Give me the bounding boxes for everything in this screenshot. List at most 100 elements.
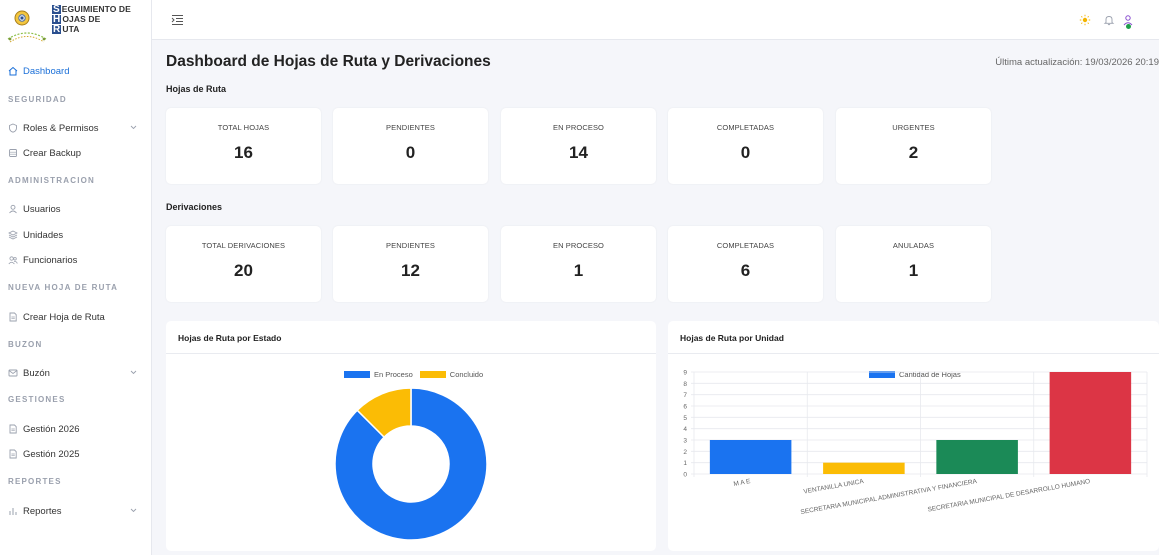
user-icon [8,204,18,214]
stat-label: EN PROCESO [552,241,604,250]
stat-label: PENDIENTES [386,123,435,132]
mail-icon [8,368,18,378]
bar-chart: 0123456789M A E VENTANILLA UNICASECRETARI… [683,370,1148,516]
sidebar-item-funcionarios[interactable]: Funcionarios [0,251,152,269]
chevron-down-icon[interactable] [129,506,138,515]
y-tick-label: 9 [683,370,687,377]
topbar [152,0,1159,40]
stat-card-completadas: COMPLETADAS 6 [668,226,823,302]
bell-icon[interactable] [1103,13,1115,26]
stat-value: 2 [908,143,919,162]
x-tick-label: M A E [733,478,752,488]
sidebar-item-label: Unidades [23,229,64,241]
sidebar-section-nueva-hoja: NUEVA HOJA DE RUTA [8,283,119,292]
y-tick-label: 0 [683,472,687,479]
y-tick-label: 8 [683,381,687,388]
brand-initial-h: H [52,14,62,25]
database-icon [8,148,18,158]
stat-card-en-proceso: EN PROCESO 14 [501,108,656,184]
y-tick-label: 2 [683,449,687,456]
users-icon [8,255,18,265]
section-title-hojas: Hojas de Ruta [166,84,227,94]
stat-card-completadas: COMPLETADAS 0 [668,108,823,184]
sidebar-item-usuarios[interactable]: Usuarios [0,200,152,218]
document-icon [8,312,18,322]
stat-label: EN PROCESO [552,123,604,132]
sidebar-section-seguridad: SEGURIDAD [8,95,67,104]
stat-value: 20 [234,261,253,280]
brand-initial-s: S [52,4,61,15]
y-tick-label: 5 [683,415,687,422]
panel-title: Hojas de Ruta por Estado [166,321,656,354]
sun-icon[interactable] [1079,13,1091,26]
sidebar-item-label: Reportes [23,505,62,517]
section-title-derivaciones: Derivaciones [166,202,223,212]
sidebar-item-label: Gestión 2025 [23,448,80,460]
bar-3[interactable] [936,440,1018,474]
y-tick-label: 3 [683,438,687,445]
last-update-text: Última actualización: 19/03/2026 20:19 [995,57,1159,68]
menu-toggle-icon[interactable] [171,13,184,25]
stat-value: 1 [573,261,584,280]
panel-title: Hojas de Ruta por Unidad [668,321,1159,354]
stat-label: COMPLETADAS [716,123,775,132]
stat-card-pendientes: PENDIENTES 12 [333,226,488,302]
y-tick-label: 7 [683,392,687,399]
stat-value: 16 [234,143,253,162]
home-icon [8,66,18,76]
bar-1[interactable] [709,440,792,474]
sidebar-item-label: Dashboard [23,65,70,77]
brand-name: S EGUIMIENTO DE H OJAS DE R UTA [52,5,131,35]
sidebar: S EGUIMIENTO DE H OJAS DE R UTA Dashboard S… [0,0,152,555]
shield-icon [8,123,18,133]
sidebar-item-unidades[interactable]: Unidades [0,226,152,244]
sidebar-item-buzon[interactable]: Buzón [0,364,152,382]
stat-card-total-hojas: TOTAL HOJAS 16 [166,108,321,184]
sidebar-section-buzon: BUZON [8,340,43,349]
sidebar-item-label: Usuarios [23,203,61,215]
sidebar-section-reportes: REPORTES [8,477,62,486]
brand-word-1: EGUIMIENTO DE [61,4,131,14]
stat-value: 0 [405,143,416,162]
chevron-down-icon[interactable] [129,123,138,132]
sidebar-item-crear-hoja[interactable]: Crear Hoja de Ruta [0,308,152,326]
page-title: Dashboard de Hojas de Ruta y Derivacione… [166,53,491,70]
brand-word-3: UTA [62,24,80,34]
sidebar-item-reportes[interactable]: Reportes [0,502,152,520]
sidebar-item-label: Funcionarios [23,254,78,266]
sidebar-item-gestion-2026[interactable]: Gestión 2026 [0,420,152,438]
sidebar-item-label: Gestión 2026 [23,423,80,435]
chevron-down-icon[interactable] [129,368,138,377]
stat-value: 14 [569,143,588,162]
sidebar-item-label: Crear Backup [23,147,82,159]
stat-label: TOTAL DERIVACIONES [201,241,286,250]
stat-label: TOTAL HOJAS [217,123,270,132]
layers-icon [8,230,18,240]
bar-chart-icon [8,506,18,516]
x-tick-label: VENTANILLA UNICA [803,478,865,496]
brand[interactable]: S EGUIMIENTO DE H OJAS DE R UTA [6,5,131,45]
stat-card-anuladas: ANULADAS 1 [836,226,991,302]
stat-label: PENDIENTES [386,241,435,250]
sidebar-item-dashboard[interactable]: Dashboard [0,62,152,80]
stat-value: 0 [740,143,751,162]
sidebar-item-gestion-2025[interactable]: Gestión 2025 [0,445,152,463]
sidebar-item-roles[interactable]: Roles & Permisos [0,119,152,137]
sidebar-section-administracion: ADMINISTRACION [8,176,96,185]
document-icon [8,449,18,459]
stat-label: COMPLETADAS [716,241,775,250]
bar-2[interactable] [823,462,905,474]
sidebar-section-gestiones: GESTIONES [8,395,66,404]
stat-card-urgentes: URGENTES 2 [836,108,991,184]
stat-value: 12 [401,261,420,280]
y-tick-label: 1 [683,460,687,467]
brand-initial-r: R [52,24,62,35]
y-tick-label: 6 [683,404,687,411]
brand-word-2: OJAS DE [62,14,101,24]
stat-card-total-derivaciones: TOTAL DERIVACIONES 20 [166,226,321,302]
stat-value: 6 [740,261,751,280]
stat-value: 1 [908,261,919,280]
bar-4[interactable] [1049,372,1132,474]
sidebar-item-backup[interactable]: Crear Backup [0,144,152,162]
y-tick-label: 4 [683,426,687,433]
